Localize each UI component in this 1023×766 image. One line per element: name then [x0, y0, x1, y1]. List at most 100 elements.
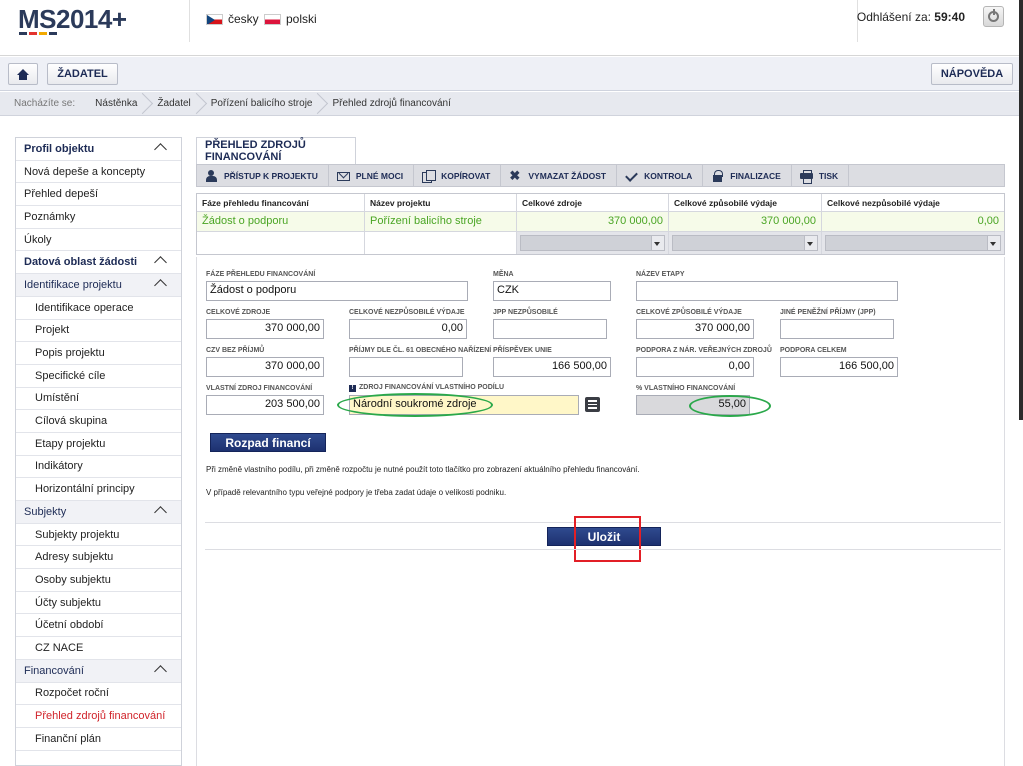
chevron-down-icon	[987, 236, 1000, 250]
finalizace-label: FINALIZACE	[730, 170, 781, 181]
plne-moci-button[interactable]: PLNÉ MOCI	[329, 165, 415, 186]
chevron-up-icon	[154, 664, 167, 678]
filter-dropdown[interactable]	[520, 235, 665, 251]
mena-field[interactable]: CZK	[493, 281, 611, 301]
prijmy-label: PŘÍJMY DLE ČL. 61 OBECNÉHO NAŘÍZENÍ	[349, 347, 492, 354]
sidebar-item-identifikace-operace[interactable]: Identifikace operace	[16, 297, 181, 320]
zadatel-button[interactable]: ŽADATEL	[47, 63, 118, 85]
lock-icon	[711, 169, 724, 182]
home-button[interactable]	[8, 63, 38, 85]
sidebar-item-etapy-projektu[interactable]: Etapy projektu	[16, 433, 181, 456]
sidebar-head-profil[interactable]: Profil objektu	[16, 138, 181, 161]
podpora-celk-field[interactable]: 166 500,00	[780, 357, 898, 377]
sidebar-head-financovani[interactable]: Financování	[16, 659, 181, 683]
breadcrumb-zadatel[interactable]: Žadatel	[147, 92, 200, 116]
celk-zp-field[interactable]: 370 000,00	[636, 319, 754, 339]
tisk-label: TISK	[818, 170, 839, 181]
sidebar-head-subjekty[interactable]: Subjekty	[16, 501, 181, 524]
pristup-button[interactable]: PŘÍSTUP K PROJEKTU	[197, 165, 329, 186]
grid-cell-faze: Žádost o podporu	[197, 212, 365, 231]
logout-time: 59:40	[934, 10, 965, 24]
sidebar-item-subjekty-projektu[interactable]: Subjekty projektu	[16, 524, 181, 547]
celk-zdroje-label: CELKOVÉ ZDROJE	[206, 309, 271, 316]
logout-label: Odhlášení za:	[856, 10, 931, 24]
note-zmena: Při změně vlastního podílu, při změně ro…	[206, 465, 640, 474]
breadcrumb-nastenka[interactable]: Nástěnka	[85, 92, 147, 116]
podpora-nar-field[interactable]: 0,00	[636, 357, 754, 377]
sidebar-item-indikatory[interactable]: Indikátory	[16, 456, 181, 479]
ulozit-button[interactable]: Uložit	[547, 527, 661, 546]
sidebar-item-poznamky[interactable]: Poznámky	[16, 206, 181, 229]
sidebar-item-ukoly[interactable]: Úkoly	[16, 229, 181, 252]
sidebar-item-popis-projektu[interactable]: Popis projektu	[16, 342, 181, 365]
sidebar-item-rozpocet-rocni[interactable]: Rozpočet roční	[16, 683, 181, 706]
jine-field[interactable]	[780, 319, 894, 339]
sidebar-item-adresy-subjektu[interactable]: Adresy subjektu	[16, 546, 181, 570]
sidebar-item-prehled-zdroju[interactable]: Přehled zdrojů financování	[16, 705, 181, 728]
financing-grid: Fáze přehledu financování Název projektu…	[196, 193, 1005, 255]
lang-czech[interactable]: česky	[206, 12, 259, 26]
rozpad-financi-button[interactable]: Rozpad financí	[210, 433, 326, 452]
sidebar-item-projekt[interactable]: Projekt	[16, 320, 181, 343]
grid-col-nazev[interactable]: Název projektu	[365, 194, 517, 211]
grid-col-celk-zpusobile[interactable]: Celkové způsobilé výdaje	[669, 194, 822, 211]
faze-field[interactable]: Žádost o podporu	[206, 281, 468, 301]
grid-col-faze[interactable]: Fáze přehledu financování	[197, 194, 365, 211]
sidebar-item-nova-depese[interactable]: Nová depeše a koncepty	[16, 161, 181, 184]
tab-prehled-zdroju[interactable]: PŘEHLED ZDROJŮ FINANCOVÁNÍ	[196, 137, 356, 164]
zdroj-select[interactable]: Národní soukromé zdroje	[349, 395, 579, 415]
prispevek-label: PŘÍSPĚVEK UNIE	[493, 347, 552, 354]
lang-polish[interactable]: polski	[264, 12, 317, 26]
kopirovat-button[interactable]: KOPÍROVAT	[414, 165, 502, 186]
vlastni-field[interactable]: 203 500,00	[206, 395, 324, 415]
prijmy-field[interactable]	[349, 357, 463, 377]
sidebar-head-subjekty-label: Subjekty	[24, 505, 67, 518]
tisk-button[interactable]: TISK	[792, 165, 850, 186]
napoveda-button[interactable]: NÁPOVĚDA	[931, 63, 1013, 85]
sidebar-head-datova[interactable]: Datová oblast žádosti	[16, 251, 181, 275]
prispevek-field[interactable]: 166 500,00	[493, 357, 611, 377]
sidebar-head-identifikace[interactable]: Identifikace projektu	[16, 274, 181, 297]
envelope-icon	[336, 171, 350, 181]
czv-field[interactable]: 370 000,00	[206, 357, 324, 377]
podpora-celk-label: PODPORA CELKEM	[780, 347, 847, 354]
kontrola-button[interactable]: KONTROLA	[617, 165, 704, 186]
list-icon[interactable]	[585, 397, 600, 412]
vymazat-button[interactable]: ✖ VYMAZAT ŽÁDOST	[501, 165, 618, 186]
sidebar-item-ucetni-obdobi[interactable]: Účetní období	[16, 614, 181, 638]
sidebar-item-cilova-skupina[interactable]: Cílová skupina	[16, 410, 181, 433]
sidebar-head-profil-label: Profil objektu	[24, 142, 95, 155]
window-edge	[1019, 0, 1023, 420]
sidebar-item-umisteni[interactable]: Umístění	[16, 388, 181, 411]
sidebar-item-specificke-cile[interactable]: Specifické cíle	[16, 365, 181, 388]
finalizace-button[interactable]: FINALIZACE	[703, 165, 792, 186]
copy-icon	[422, 169, 437, 183]
jpp-nezp-field[interactable]	[493, 319, 607, 339]
celk-zdroje-field[interactable]: 370 000,00	[206, 319, 324, 339]
procento-label: % VLASTNÍHO FINANCOVÁNÍ	[636, 385, 736, 392]
zdroj-label-text: ZDROJ FINANCOVÁNÍ VLASTNÍHO PODÍLU	[359, 384, 505, 391]
sidebar-item-horizontalni-principy[interactable]: Horizontální principy	[16, 478, 181, 501]
breadcrumb-projekt[interactable]: Pořízení balicího stroje	[201, 92, 323, 116]
plne-moci-label: PLNÉ MOCI	[355, 170, 404, 181]
logout-button[interactable]	[983, 6, 1004, 27]
chevron-up-icon	[154, 143, 167, 156]
table-row[interactable]: Žádost o podporu Pořízení balicího stroj…	[197, 212, 1004, 232]
filter-dropdown[interactable]	[672, 235, 818, 251]
sidebar-head-identifikace-label: Identifikace projektu	[24, 278, 122, 291]
sidebar-item-osoby-subjektu[interactable]: Osoby subjektu	[16, 569, 181, 592]
filter-dropdown[interactable]	[825, 235, 1001, 251]
grid-col-celk-nezpusobile[interactable]: Celkové nezpůsobilé výdaje	[822, 194, 1004, 211]
celk-nezp-label: CELKOVÉ NEZPŮSOBILÉ VÝDAJE	[349, 309, 465, 316]
celk-nezp-field[interactable]: 0,00	[349, 319, 467, 339]
chevron-up-icon	[154, 256, 167, 270]
etapa-field[interactable]	[636, 281, 898, 301]
info-icon: !	[349, 385, 356, 392]
power-icon	[988, 9, 999, 22]
sidebar-item-ucty-subjektu[interactable]: Účty subjektu	[16, 592, 181, 615]
etapa-label: NÁZEV ETAPY	[636, 271, 685, 278]
sidebar-item-prehled-depesi[interactable]: Přehled depeší	[16, 183, 181, 207]
sidebar-item-cz-nace[interactable]: CZ NACE	[16, 637, 181, 660]
grid-col-celk-zdroje[interactable]: Celkové zdroje	[517, 194, 669, 211]
sidebar-item-financni-plan[interactable]: Finanční plán	[16, 728, 181, 751]
